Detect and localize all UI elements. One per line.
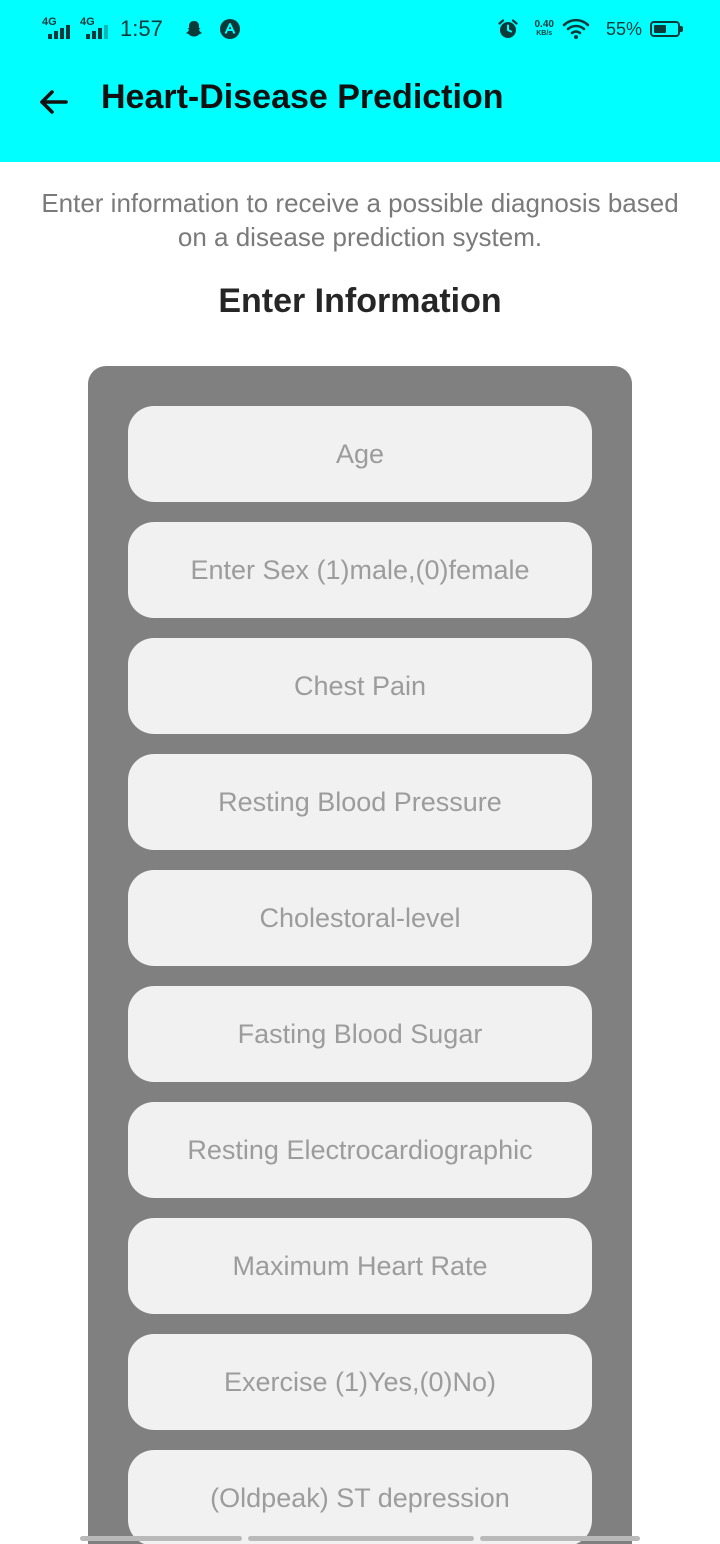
sex-field[interactable]	[128, 522, 592, 618]
resting-blood-pressure-field[interactable]	[128, 754, 592, 850]
network-speed-value: 0.40	[534, 19, 554, 30]
resting-ecg-field[interactable]	[128, 1102, 592, 1198]
header: 4G 4G 1:57 0.40 KB/s 55% Heart-Disease P…	[0, 0, 720, 162]
intro-text: Enter information to receive a possible …	[41, 188, 679, 252]
network-speed: 0.40 KB/s	[535, 20, 554, 38]
page-title: Heart-Disease Prediction	[101, 78, 504, 116]
back-button[interactable]	[26, 74, 82, 130]
cholesterol-level-field[interactable]	[128, 870, 592, 966]
fasting-blood-sugar-field[interactable]	[128, 986, 592, 1082]
form-card	[88, 366, 632, 1544]
status-left: 4G 4G 1:57	[42, 12, 249, 46]
arrow-left-icon	[40, 90, 68, 114]
navigation-handle[interactable]	[80, 1536, 640, 1541]
exercise-field[interactable]	[128, 1334, 592, 1430]
screen: 4G 4G 1:57 0.40 KB/s 55% Heart-Disease P…	[0, 0, 720, 1544]
wifi-icon	[562, 18, 590, 40]
signal-icon: 4G	[80, 17, 112, 41]
maximum-heart-rate-field[interactable]	[128, 1218, 592, 1314]
alarm-icon	[497, 18, 519, 40]
oldpeak-st-depression-field[interactable]	[128, 1450, 592, 1544]
status-bar: 4G 4G 1:57 0.40 KB/s 55%	[0, 0, 720, 58]
signal-icon: 4G	[42, 17, 74, 41]
section-title: Enter Information	[218, 282, 502, 320]
battery-percentage: 55%	[605, 18, 642, 39]
chest-pain-field[interactable]	[128, 638, 592, 734]
battery-icon	[650, 21, 683, 37]
app-notification-icon	[219, 18, 241, 40]
clock: 1:57	[120, 16, 163, 41]
status-right: 0.40 KB/s 55%	[497, 12, 683, 46]
network-speed-unit: KB/s	[536, 30, 553, 37]
snapchat-icon	[183, 18, 205, 40]
app-bar: Heart-Disease Prediction	[0, 58, 720, 162]
age-field[interactable]	[128, 406, 592, 502]
